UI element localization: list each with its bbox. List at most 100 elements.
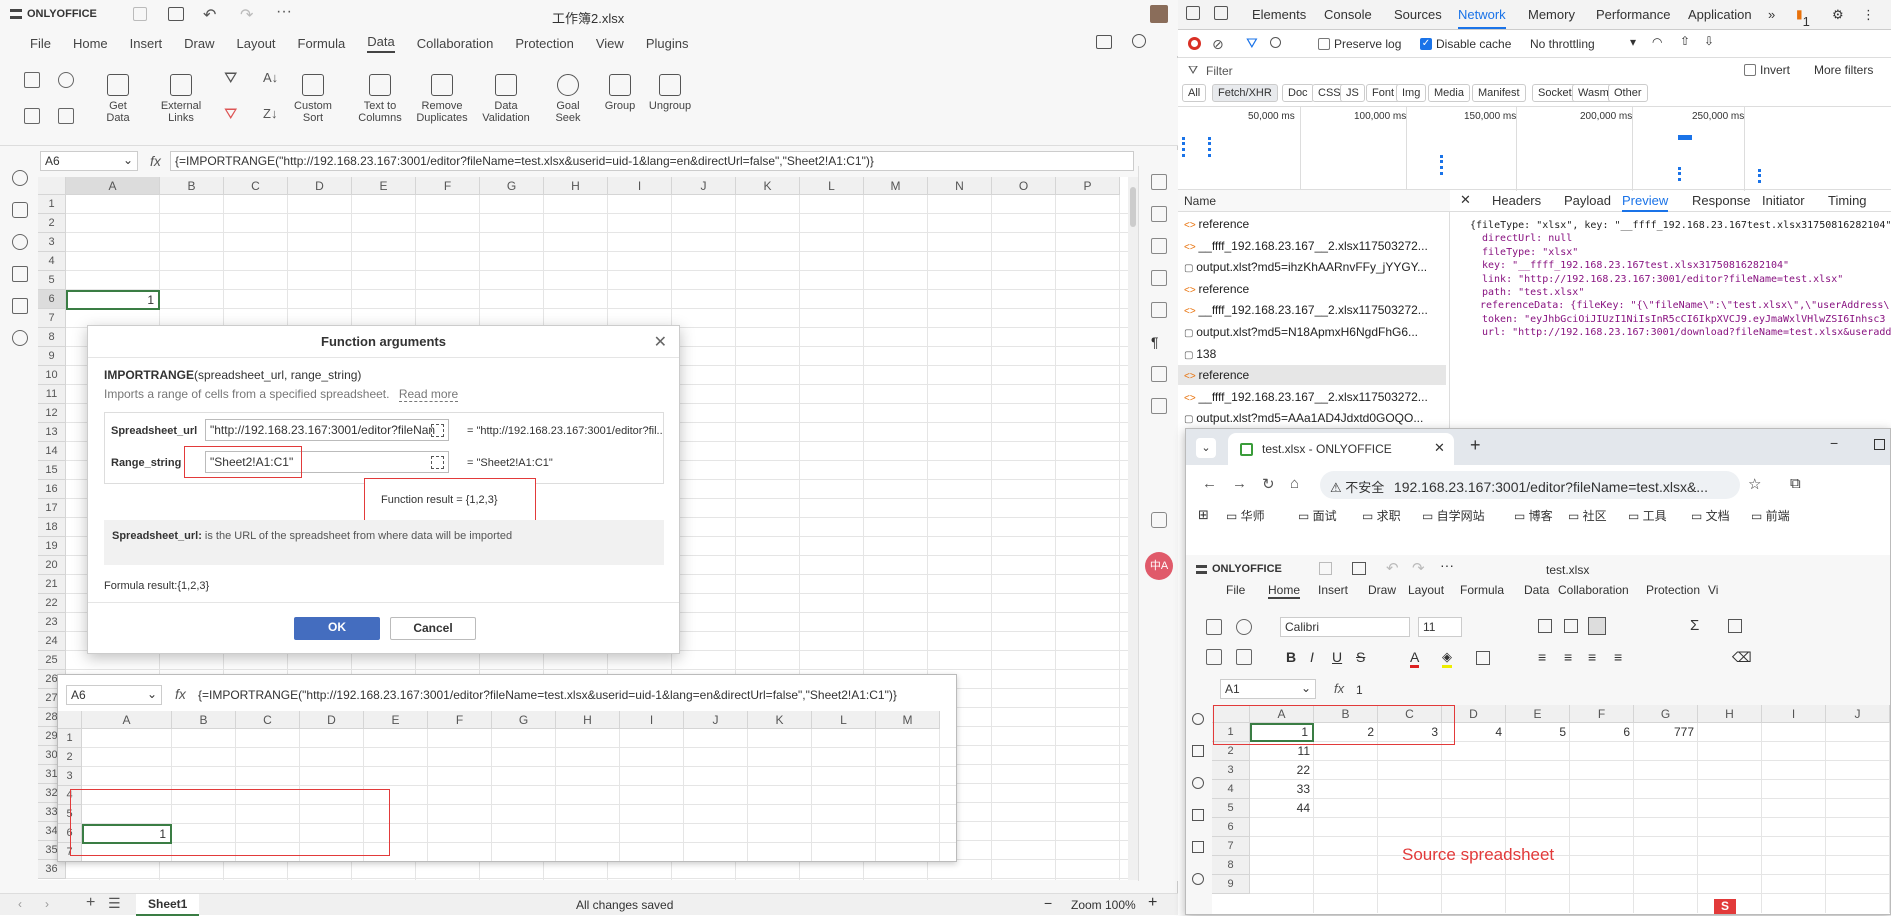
forward-icon[interactable]: → xyxy=(1232,475,1247,492)
align-right-icon[interactable]: ≡ xyxy=(1588,649,1596,665)
source-cell[interactable]: 6 xyxy=(1570,723,1634,742)
row-header-3[interactable]: 3 xyxy=(38,233,66,252)
align-middle-icon[interactable] xyxy=(1564,619,1578,633)
more-icon[interactable]: ··· xyxy=(1440,557,1454,573)
row-header-1[interactable]: 1 xyxy=(38,195,66,214)
insert-cells-icon[interactable] xyxy=(1728,619,1742,633)
range-select-icon[interactable] xyxy=(431,424,444,437)
eraser-icon[interactable]: ⌫ xyxy=(1732,649,1752,666)
inner-menu-layout[interactable]: Layout xyxy=(1408,583,1444,597)
image-settings-icon[interactable] xyxy=(1151,238,1167,254)
column-header-f[interactable]: F xyxy=(416,177,480,195)
maximize-icon[interactable] xyxy=(1874,439,1885,450)
spellcheck-icon[interactable] xyxy=(1192,809,1204,821)
select-all-corner[interactable] xyxy=(58,711,82,729)
chat-icon[interactable] xyxy=(12,234,28,250)
ok-button[interactable]: OK xyxy=(294,617,380,640)
request-row[interactable]: <> __ffff_192.168.23.167__2.xlsx11750327… xyxy=(1178,387,1446,407)
cut-icon[interactable] xyxy=(1236,619,1252,635)
print-icon[interactable] xyxy=(168,7,184,21)
select-all-corner[interactable] xyxy=(38,177,66,195)
filter-input[interactable]: Filter xyxy=(1206,64,1233,78)
row-header-6[interactable]: 6 xyxy=(38,290,66,309)
source-column-header-i[interactable]: I xyxy=(1762,705,1826,723)
source-row-header-5[interactable]: 5 xyxy=(1212,799,1250,818)
row-header-7[interactable]: 7 xyxy=(38,309,66,328)
info-icon[interactable] xyxy=(12,330,28,346)
source-row-header-6[interactable]: 6 xyxy=(1212,818,1250,837)
chip-font[interactable]: Font xyxy=(1366,84,1401,102)
column-header-e[interactable]: E xyxy=(352,177,416,195)
source-cell[interactable]: 33 xyxy=(1250,780,1314,799)
zoom-out-icon[interactable]: − xyxy=(1044,895,1052,911)
redo-icon[interactable]: ↷ xyxy=(240,5,253,25)
row-header-13[interactable]: 13 xyxy=(38,423,66,442)
fill-color-icon[interactable]: ◈ xyxy=(1442,649,1452,668)
row-header-21[interactable]: 21 xyxy=(38,575,66,594)
column-header-p[interactable]: P xyxy=(1056,177,1120,195)
home-icon[interactable]: ⌂ xyxy=(1290,475,1299,492)
inner-column-header-e[interactable]: E xyxy=(364,711,428,729)
align-bottom-icon[interactable] xyxy=(1588,617,1606,635)
chip-manifest[interactable]: Manifest xyxy=(1472,84,1526,102)
chip-media[interactable]: Media xyxy=(1428,84,1470,102)
source-cell[interactable]: 777 xyxy=(1634,723,1698,742)
justify-icon[interactable]: ≡ xyxy=(1614,649,1622,665)
custom-sort-button[interactable]: Custom Sort xyxy=(290,74,336,124)
group-button[interactable]: Group xyxy=(600,74,640,112)
get-data-button[interactable]: Get Data xyxy=(98,74,138,124)
row-header-12[interactable]: 12 xyxy=(38,404,66,423)
menu-plugins[interactable]: Plugins xyxy=(646,36,689,51)
row-header-22[interactable]: 22 xyxy=(38,594,66,613)
info-icon[interactable] xyxy=(1192,873,1204,885)
save-icon[interactable] xyxy=(1319,562,1332,575)
paragraph-settings-icon[interactable]: ¶ xyxy=(1151,334,1167,350)
signature-icon[interactable] xyxy=(1151,398,1167,414)
source-row-header-7[interactable]: 7 xyxy=(1212,837,1250,856)
external-links-button[interactable]: External Links xyxy=(156,74,206,124)
inner-menu-file[interactable]: File xyxy=(1226,583,1245,597)
settings-icon[interactable]: ⚙ xyxy=(1832,7,1844,23)
reload-icon[interactable]: ↻ xyxy=(1262,475,1275,493)
feedback-icon[interactable] xyxy=(1192,841,1204,853)
column-header-j[interactable]: J xyxy=(672,177,736,195)
inner-column-header-c[interactable]: C xyxy=(236,711,300,729)
align-center-icon[interactable]: ≡ xyxy=(1564,649,1572,665)
print-icon[interactable] xyxy=(1352,562,1366,575)
menu-file[interactable]: File xyxy=(30,36,51,51)
tab-timing[interactable]: Timing xyxy=(1828,193,1867,208)
request-row[interactable]: <> __ffff_192.168.23.167__2.xlsx11750327… xyxy=(1178,300,1446,320)
format-painter-icon[interactable] xyxy=(1236,649,1252,665)
inner-column-header-b[interactable]: B xyxy=(172,711,236,729)
request-row[interactable]: ▢ output.xlst?md5=AAa1AD4Jdxtd0GOQO... xyxy=(1178,408,1446,428)
preserve-log-checkbox[interactable] xyxy=(1318,38,1330,50)
inner-menu-vi[interactable]: Vi xyxy=(1708,583,1718,597)
tab-initiator[interactable]: Initiator xyxy=(1762,193,1805,208)
bold-icon[interactable]: B xyxy=(1286,649,1296,665)
inner-menu-draw[interactable]: Draw xyxy=(1368,583,1396,597)
request-row[interactable]: ▢ output.xlst?md5=N18ApmxH6NgdFhG6... xyxy=(1178,322,1446,342)
shape-settings-icon[interactable] xyxy=(1151,270,1167,286)
open-location-icon[interactable] xyxy=(1096,35,1112,49)
sheet-tab-sheet1[interactable]: Sheet1 xyxy=(136,894,200,916)
table-settings-icon[interactable] xyxy=(1151,206,1167,222)
search-icon[interactable] xyxy=(12,170,28,186)
inner-row-header-2[interactable]: 2 xyxy=(58,748,82,767)
chart-settings-icon[interactable] xyxy=(1151,302,1167,318)
bookmark-folder[interactable]: ▭ 面试 xyxy=(1298,507,1337,524)
range-select-icon[interactable] xyxy=(431,456,444,469)
bookmark-star-icon[interactable]: ☆ xyxy=(1748,475,1761,493)
format-painter-icon[interactable] xyxy=(58,108,74,124)
close-icon[interactable]: ✕ xyxy=(1460,192,1471,208)
column-header-h[interactable]: H xyxy=(544,177,608,195)
paste-icon[interactable] xyxy=(1206,649,1222,665)
search-icon[interactable] xyxy=(1192,713,1204,725)
redo-icon[interactable]: ↷ xyxy=(1412,559,1425,577)
undo-icon[interactable]: ↶ xyxy=(1386,559,1399,577)
read-more-link[interactable]: Read more xyxy=(398,387,459,402)
bookmark-folder[interactable]: ▭ 工具 xyxy=(1628,507,1667,524)
close-icon[interactable]: ✕ xyxy=(654,332,667,352)
ungroup-button[interactable]: Ungroup xyxy=(646,74,694,112)
menu-layout[interactable]: Layout xyxy=(237,36,276,51)
request-row[interactable]: <> reference xyxy=(1178,365,1446,386)
